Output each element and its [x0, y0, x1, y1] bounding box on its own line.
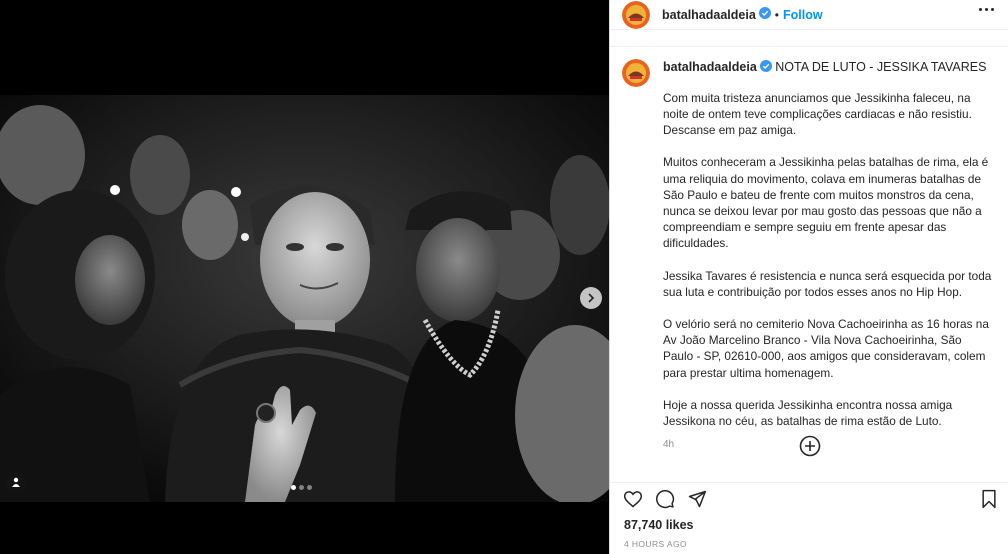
caption-text: Com muita tristeza anunciamos que Jessik…: [663, 90, 993, 429]
follow-button[interactable]: Follow: [783, 8, 823, 22]
caption-age[interactable]: 4h: [663, 439, 993, 450]
username-link[interactable]: batalhadaaldeia: [662, 8, 756, 22]
caption-paragraph: Com muita tristeza anunciamos que Jessik…: [663, 90, 972, 138]
caption-paragraph: O velório será no cemiterio Nova Cachoei…: [663, 316, 989, 380]
caption-title: NOTA DE LUTO - JESSIKA TAVARES: [775, 60, 987, 74]
tagged-users-button[interactable]: [6, 472, 26, 492]
comments-section: batalhadaaldeia NOTA DE LUTO - JESSIKA T…: [610, 46, 1008, 466]
chevron-right-icon: [588, 293, 595, 303]
paper-plane-icon[interactable]: [687, 489, 707, 514]
carousel-dot: [307, 485, 312, 490]
carousel-dot: [291, 485, 296, 490]
comment-icon[interactable]: [655, 489, 675, 514]
post-details-panel: batalhadaaldeia • Follow batalhadaaldeia…: [609, 0, 1008, 554]
caption-paragraph: Jessika Tavares é resistencia e nunca se…: [663, 268, 992, 299]
heart-icon[interactable]: [623, 489, 643, 514]
carousel-dot: [299, 485, 304, 490]
post-timestamp[interactable]: 4 HOURS AGO: [624, 539, 687, 549]
caption-username-link[interactable]: batalhadaaldeia: [663, 60, 757, 74]
avatar[interactable]: [622, 59, 650, 87]
post-header: batalhadaaldeia • Follow: [610, 0, 1008, 30]
next-slide-button[interactable]: [580, 287, 602, 309]
caption-paragraph: Hoje a nossa querida Jessikinha encontra…: [663, 397, 953, 428]
caption: batalhadaaldeia NOTA DE LUTO - JESSIKA T…: [610, 47, 1008, 450]
more-options-icon[interactable]: [979, 8, 994, 11]
post-photo[interactable]: [0, 95, 609, 502]
caption-paragraph: Muitos conheceram a Jessikinha pelas bat…: [663, 155, 989, 251]
verified-badge-icon: [759, 59, 772, 76]
likes-count[interactable]: 87,740 likes: [624, 518, 694, 532]
bookmark-icon[interactable]: [980, 489, 998, 514]
carousel-indicator: [291, 485, 312, 490]
action-bar: [610, 482, 1008, 509]
verified-badge-icon: [758, 6, 771, 24]
plus-circle-icon[interactable]: [799, 435, 821, 457]
separator: •: [774, 7, 779, 22]
user-tag-icon: [12, 477, 20, 487]
post-media: [0, 0, 609, 554]
avatar[interactable]: [622, 0, 650, 29]
